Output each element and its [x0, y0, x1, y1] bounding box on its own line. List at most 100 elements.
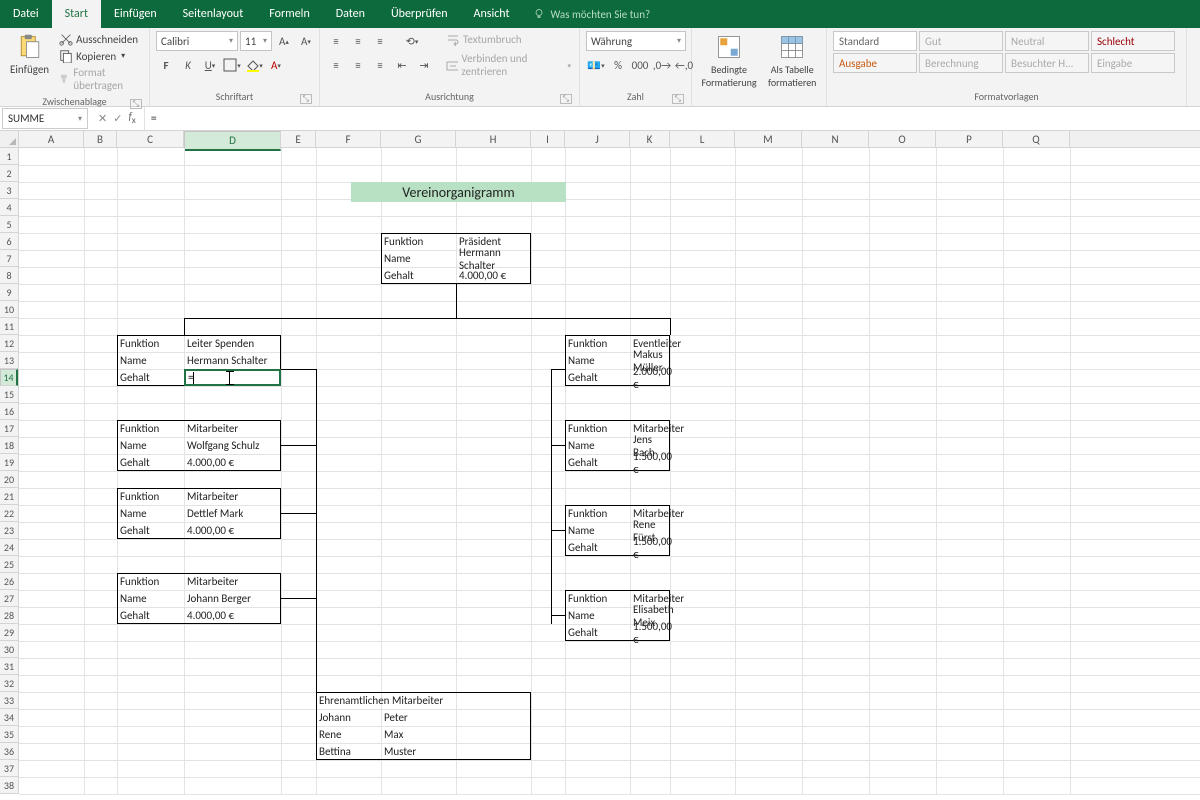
row-header-38[interactable]: 38	[0, 777, 18, 794]
row-header-14[interactable]: 14	[0, 369, 18, 386]
name-box[interactable]: SUMME▾	[2, 108, 88, 129]
decrease-font-icon[interactable]: A▾	[296, 31, 316, 51]
row-header-3[interactable]: 3	[0, 182, 18, 199]
col-header-C[interactable]: C	[117, 131, 184, 147]
fill-color-button[interactable]: ▾	[244, 55, 264, 75]
row-header-19[interactable]: 19	[0, 454, 18, 471]
cell[interactable]: Mitarbeiter	[184, 420, 281, 437]
cell[interactable]: Gehalt	[565, 454, 630, 471]
col-header-I[interactable]: I	[531, 131, 565, 147]
row-header-36[interactable]: 36	[0, 743, 18, 760]
volunteer-title[interactable]: Ehrenamtlichen Mitarbeiter	[316, 692, 531, 709]
conditional-formatting-button[interactable]: Bedingte Formatierung	[698, 31, 760, 91]
tab-ansicht[interactable]: Ansicht	[461, 0, 523, 28]
font-name-select[interactable]: Calibri▾	[156, 31, 238, 51]
cell[interactable]: 1.500,00 €	[630, 454, 670, 471]
col-header-L[interactable]: L	[670, 131, 735, 147]
cell[interactable]: Funktion	[117, 488, 184, 505]
thousands-icon[interactable]: 000	[630, 55, 650, 75]
cell[interactable]: Johann	[316, 709, 381, 726]
cell[interactable]: Muster	[381, 743, 456, 760]
label-name[interactable]: Name	[381, 250, 456, 267]
cell[interactable]: Leiter Spenden	[184, 335, 281, 352]
increase-decimal-icon[interactable]: ,0→	[652, 55, 672, 75]
tab-daten[interactable]: Daten	[323, 0, 378, 28]
select-all-corner[interactable]	[0, 131, 19, 147]
col-header-H[interactable]: H	[456, 131, 531, 147]
style-schlecht[interactable]: Schlecht	[1091, 31, 1175, 51]
row-header-33[interactable]: 33	[0, 692, 18, 709]
label-gehalt[interactable]: Gehalt	[381, 267, 456, 284]
row-header-2[interactable]: 2	[0, 165, 18, 182]
merge-center-button[interactable]: Verbinden und zentrieren▾	[444, 51, 573, 79]
cell[interactable]: Gehalt	[117, 454, 184, 471]
label-funktion[interactable]: Funktion	[381, 233, 456, 250]
copy-button[interactable]: Kopieren▾	[57, 48, 143, 64]
value-gehalt[interactable]: 4.000,00 €	[456, 267, 531, 284]
row-header-11[interactable]: 11	[0, 318, 18, 335]
italic-button[interactable]: K	[178, 55, 198, 75]
cell[interactable]: Name	[565, 437, 630, 454]
cell[interactable]: Name	[117, 505, 184, 522]
cut-button[interactable]: Ausschneiden	[57, 31, 143, 47]
cell[interactable]: 4.000,00 €	[184, 522, 281, 539]
row-header-22[interactable]: 22	[0, 505, 18, 522]
cell[interactable]: Funktion	[565, 420, 630, 437]
wrap-text-button[interactable]: Textumbruch	[444, 31, 573, 47]
align-bottom-icon[interactable]: ≡	[370, 31, 390, 51]
row-header-18[interactable]: 18	[0, 437, 18, 454]
decrease-decimal-icon[interactable]: ←,0	[674, 55, 694, 75]
cell[interactable]: Mitarbeiter	[184, 488, 281, 505]
format-as-table-button[interactable]: Als Tabelle formatieren	[764, 31, 820, 91]
style-neutral[interactable]: Neutral	[1005, 31, 1089, 51]
tab-ueberpruefen[interactable]: Überprüfen	[378, 0, 461, 28]
dialog-launcher-icon[interactable]: ⤡	[560, 94, 572, 104]
cell[interactable]: Peter	[381, 709, 456, 726]
font-size-select[interactable]: 11▾	[240, 31, 272, 51]
cell[interactable]: Gehalt	[117, 607, 184, 624]
percent-icon[interactable]: %	[608, 55, 628, 75]
align-top-icon[interactable]: ≡	[326, 31, 346, 51]
row-header-15[interactable]: 15	[0, 386, 18, 403]
row-header-32[interactable]: 32	[0, 675, 18, 692]
col-header-O[interactable]: O	[869, 131, 936, 147]
style-ausgabe[interactable]: Ausgabe	[833, 53, 917, 73]
tell-me-search[interactable]: Was möchten Sie tun?	[523, 0, 661, 28]
orientation-icon[interactable]: ⟲▾	[402, 31, 422, 51]
fx-icon[interactable]: fx	[128, 110, 135, 126]
cell[interactable]: Funktion	[117, 573, 184, 590]
col-header-N[interactable]: N	[802, 131, 869, 147]
increase-font-icon[interactable]: A▴	[274, 31, 294, 51]
cell[interactable]: Mitarbeiter	[184, 573, 281, 590]
col-header-E[interactable]: E	[281, 131, 316, 147]
row-header-10[interactable]: 10	[0, 301, 18, 318]
align-center-icon[interactable]: ≡	[348, 55, 368, 75]
row-header-35[interactable]: 35	[0, 726, 18, 743]
row-header-29[interactable]: 29	[0, 624, 18, 641]
dialog-launcher-icon[interactable]: ⤡	[300, 94, 312, 104]
spreadsheet-grid[interactable]: ABCDEFGHIJKLMNOPQ 1234567891011121314151…	[0, 131, 1200, 794]
row-header-17[interactable]: 17	[0, 420, 18, 437]
row-header-37[interactable]: 37	[0, 760, 18, 777]
row-header-27[interactable]: 27	[0, 590, 18, 607]
cell[interactable]: Johann Berger	[184, 590, 281, 607]
style-eingabe[interactable]: Eingabe	[1091, 53, 1175, 73]
row-header-7[interactable]: 7	[0, 250, 18, 267]
style-berechnung[interactable]: Berechnung	[919, 53, 1003, 73]
cell[interactable]: Name	[117, 437, 184, 454]
cell[interactable]: Gehalt	[117, 369, 184, 386]
row-header-13[interactable]: 13	[0, 352, 18, 369]
tab-start[interactable]: Start	[52, 0, 101, 28]
cell[interactable]: Name	[117, 590, 184, 607]
cell[interactable]: 4.000,00 €	[184, 454, 281, 471]
indent-decrease-icon[interactable]: ⇤	[392, 55, 412, 75]
align-middle-icon[interactable]: ≡	[348, 31, 368, 51]
underline-button[interactable]: U▾	[200, 55, 220, 75]
cell[interactable]: Max	[381, 726, 456, 743]
tab-einfuegen[interactable]: Einfügen	[101, 0, 170, 28]
row-header-24[interactable]: 24	[0, 539, 18, 556]
col-header-B[interactable]: B	[84, 131, 117, 147]
col-header-G[interactable]: G	[381, 131, 456, 147]
border-button[interactable]: ▾	[222, 55, 242, 75]
col-header-J[interactable]: J	[565, 131, 630, 147]
